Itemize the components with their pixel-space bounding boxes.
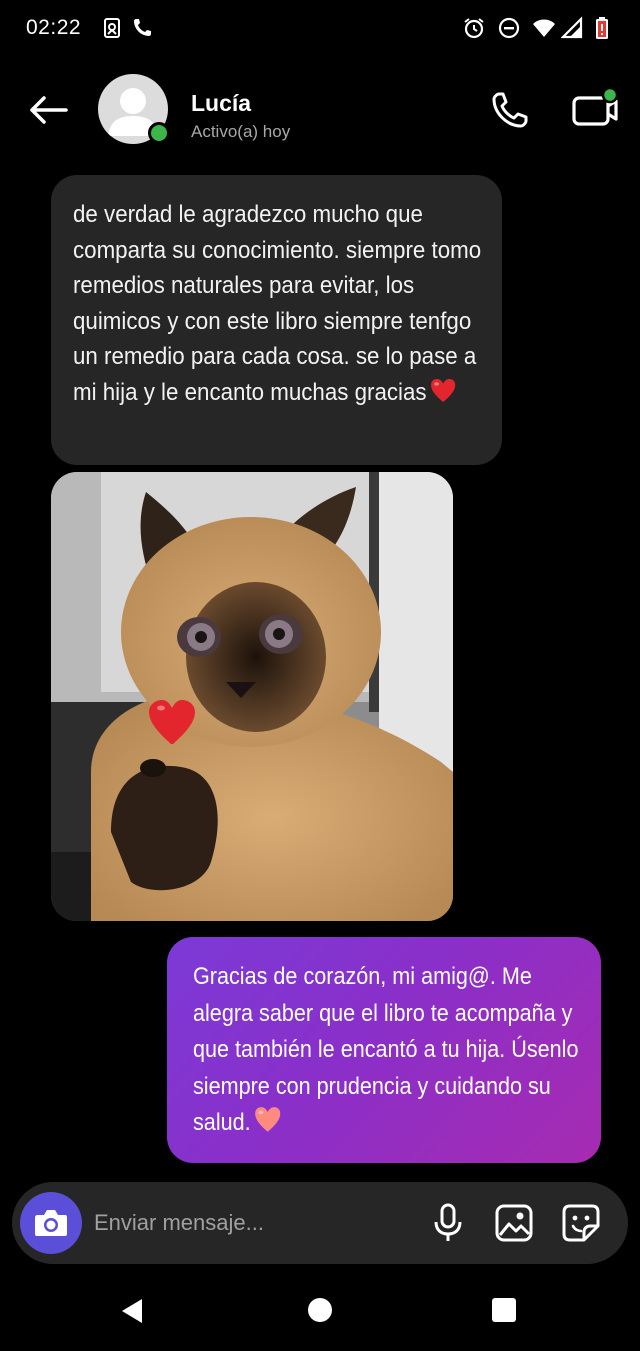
phone-icon [492,92,528,128]
gallery-button[interactable] [494,1202,534,1244]
battery-low-icon [596,17,608,39]
contact-avatar[interactable] [98,74,170,144]
message-body: de verdad le agradezco mucho que compart… [73,201,482,406]
camera-button[interactable] [20,1192,82,1254]
nav-back-icon[interactable] [118,1296,148,1326]
incoming-message-bubble[interactable]: de verdad le agradezco mucho que compart… [51,175,502,465]
status-bar: 02:22 [0,0,640,58]
nav-recents-icon[interactable] [492,1298,516,1322]
do-not-disturb-icon [498,17,520,39]
system-nav-bar [0,1268,640,1351]
sticker-icon [562,1204,600,1242]
voice-call-button[interactable] [486,86,534,134]
heart-emoji [431,378,456,402]
video-camera-icon [572,86,619,126]
nav-home-icon[interactable] [308,1298,332,1322]
microphone-icon [434,1203,462,1241]
video-call-button[interactable] [568,86,622,134]
alarm-icon [464,18,484,39]
wifi-icon [533,19,555,37]
camera-icon [35,1210,67,1236]
incoming-photo-cat[interactable] [51,472,453,921]
back-arrow-icon [30,96,68,124]
message-text: de verdad le agradezco mucho que compart… [73,197,482,410]
sticker-button[interactable] [560,1202,602,1244]
message-input[interactable] [94,1206,394,1240]
message-composer [12,1182,628,1264]
online-indicator [148,122,170,144]
shield-screen-icon [104,18,120,38]
message-text: Gracias de corazón, mi amig@. Me alegra … [193,959,589,1142]
status-time: 02:22 [26,16,82,39]
voice-message-button[interactable] [428,1202,468,1244]
back-button[interactable] [22,88,74,132]
contact-status: Activo(a) hoy [191,122,291,141]
chat-header: Lucía Activo(a) hoy [0,58,640,168]
message-body: Gracias de corazón, mi amig@. Me alegra … [193,963,579,1136]
phone-call-icon [134,19,151,36]
heart-emoji [255,1107,281,1132]
signal-icon [561,16,583,39]
contact-name[interactable]: Lucía [191,90,251,117]
siamese-cat-image [51,472,453,921]
gallery-icon [495,1204,533,1242]
outgoing-message-bubble[interactable]: Gracias de corazón, mi amig@. Me alegra … [167,937,601,1163]
